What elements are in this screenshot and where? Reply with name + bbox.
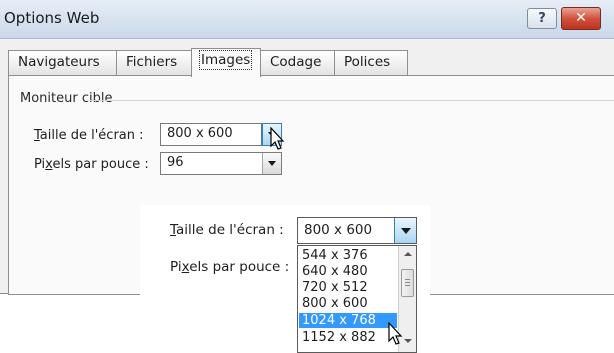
window-title: Options Web — [4, 9, 100, 27]
screen-size-combo[interactable]: 800 x 600 — [160, 123, 282, 146]
list-item[interactable]: 800 x 600 — [299, 296, 397, 311]
zoom-pixels-per-inch-label: Pixels par pouce : — [170, 259, 289, 275]
tab-label: Polices — [344, 54, 391, 70]
zoom-screen-size-label: Taille de l'écran : — [170, 222, 284, 238]
zoom-screen-size-combo[interactable]: 800 x 600 — [297, 217, 417, 244]
title-bar[interactable]: Options Web ? ✕ — [0, 0, 614, 39]
list-item[interactable]: 640 x 480 — [299, 264, 397, 279]
list-item[interactable]: 544 x 376 — [299, 248, 397, 263]
close-button[interactable]: ✕ — [561, 7, 601, 30]
grip-line — [405, 279, 410, 280]
tab-label: Images — [198, 50, 253, 70]
pixels-per-inch-combo[interactable]: 96 — [160, 152, 282, 175]
scroll-up-arrow-icon[interactable] — [404, 252, 412, 256]
label-text: Pi — [170, 259, 182, 275]
group-label-moniteur-cible: Moniteur cible — [20, 91, 113, 106]
tab-codage[interactable]: Codage — [260, 50, 338, 75]
pixels-per-inch-label: Pixels par pouce : — [34, 157, 149, 172]
grip-line — [405, 285, 410, 286]
tab-label: Navigateurs — [18, 54, 100, 70]
help-button[interactable]: ? — [527, 8, 557, 29]
group-divider — [90, 100, 614, 101]
list-item[interactable]: 720 x 512 — [299, 280, 397, 295]
zoom-screen-size-value: 800 x 600 — [304, 222, 373, 238]
mouse-pointer-icon — [270, 127, 285, 150]
tab-fichiers[interactable]: Fichiers — [116, 50, 193, 75]
pixels-per-inch-dropdown-arrow[interactable] — [262, 153, 281, 174]
label-text: aille de l'écran : — [39, 128, 144, 143]
list-item-selected[interactable]: 1024 x 768 — [299, 313, 397, 328]
label-text: els par pouce : — [189, 259, 290, 275]
label-text: aille de l'écran : — [176, 222, 284, 238]
label-text: els par pouce : — [52, 157, 149, 172]
tab-images[interactable]: Images — [191, 48, 261, 77]
screen-size-label: Taille de l'écran : — [34, 128, 144, 143]
label-text: Pi — [34, 157, 46, 172]
scrollbar-thumb[interactable] — [401, 269, 414, 297]
pixels-per-inch-value: 96 — [167, 155, 184, 170]
tab-polices[interactable]: Polices — [334, 50, 408, 75]
mouse-pointer-icon — [388, 322, 403, 345]
tab-label: Codage — [270, 54, 322, 70]
grip-line — [405, 282, 410, 283]
tab-label: Fichiers — [126, 54, 178, 70]
tab-navigateurs[interactable]: Navigateurs — [8, 50, 118, 75]
screen-size-value: 800 x 600 — [167, 126, 233, 141]
list-item[interactable]: 1152 x 882 — [299, 330, 397, 345]
zoom-dropdown-arrow[interactable] — [394, 218, 416, 243]
